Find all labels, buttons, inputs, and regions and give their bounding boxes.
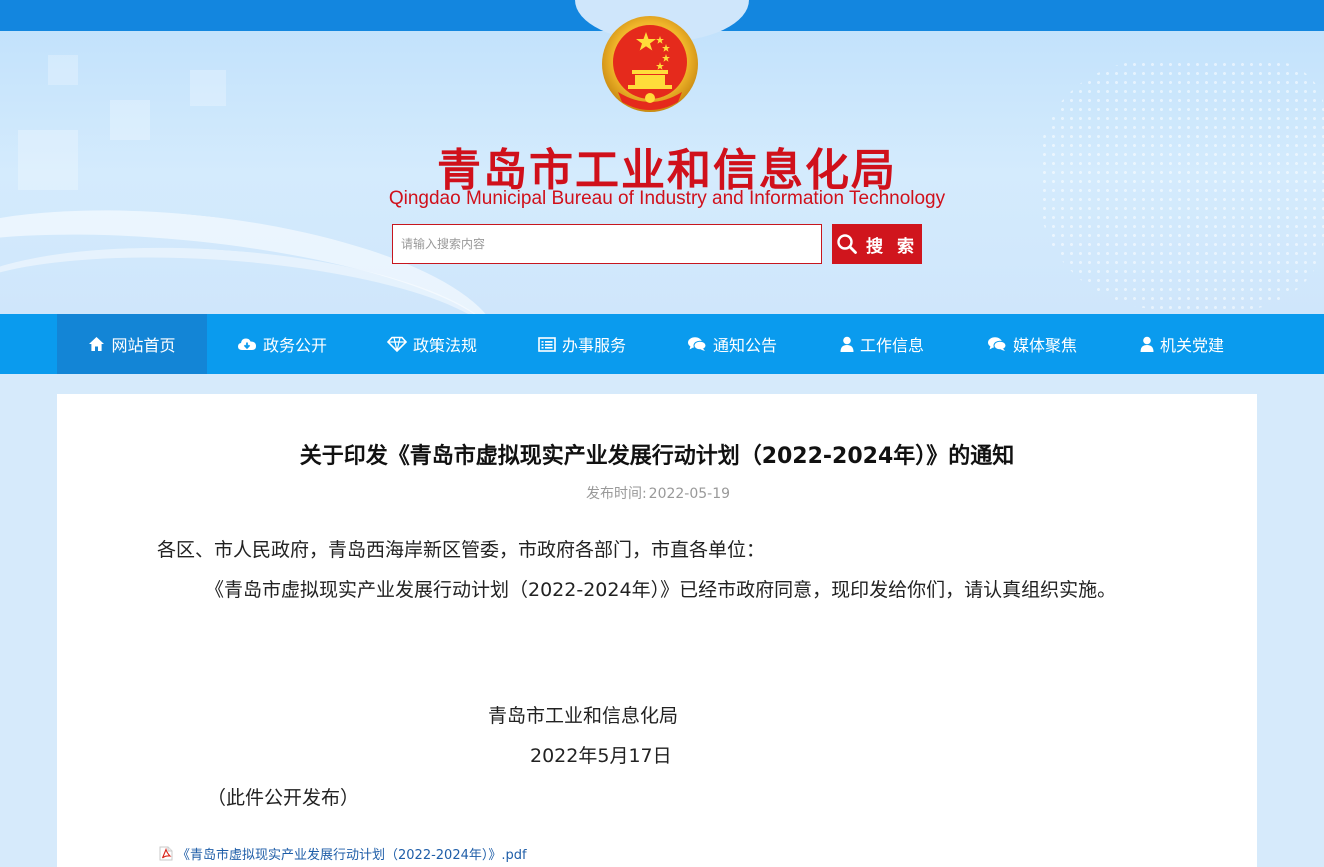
nav-item-home[interactable]: 网站首页: [57, 314, 207, 374]
nav-item-label: 办事服务: [561, 336, 626, 355]
nav-item-policy[interactable]: 政策法规: [357, 314, 507, 374]
chat-icon: [687, 337, 707, 351]
site-header: 青岛市工业和信息化局 Qingdao Municipal Bureau of I…: [0, 0, 1324, 314]
article-title: 关于印发《青岛市虚拟现实产业发展行动计划（2022-2024年）》的通知: [299, 444, 1015, 469]
main-nav: 网站首页 政务公开 政策法规 办事服务 通知公告 工作信息 媒体聚焦 机关党建: [0, 314, 1324, 374]
nav-item-party-building[interactable]: 机关党建: [1107, 314, 1257, 374]
nav-item-notices[interactable]: 通知公告: [657, 314, 807, 374]
national-emblem-icon: [602, 16, 698, 112]
site-subtitle: Qingdao Municipal Bureau of Industry and…: [388, 188, 946, 209]
article-panel: 关于印发《青岛市虚拟现实产业发展行动计划（2022-2024年）》的通知 发布时…: [57, 394, 1257, 867]
search-button[interactable]: 搜 索: [832, 224, 922, 264]
nav-item-media[interactable]: 媒体聚焦: [957, 314, 1107, 374]
nav-item-work-info[interactable]: 工作信息: [807, 314, 957, 374]
attachment-label: 《青岛市虚拟现实产业发展行动计划（2022-2024年）》.pdf: [177, 848, 527, 863]
publish-date-label: 发布时间:: [585, 486, 647, 502]
article-salutation: 各区、市人民政府，青岛西海岸新区管委，市政府各部门，市直各单位：: [157, 539, 766, 561]
article-paragraph: 《青岛市虚拟现实产业发展行动计划（2022-2024年）》已经市政府同意，现印发…: [205, 579, 1117, 601]
cloud-download-icon: [237, 338, 256, 350]
list-icon: [538, 336, 556, 352]
publish-date-value: 2022-05-19: [648, 486, 731, 502]
user-icon: [840, 336, 854, 352]
nav-item-label: 媒体聚焦: [1012, 336, 1077, 355]
search-icon: [837, 234, 857, 254]
pdf-icon: [159, 846, 173, 861]
decor-square: [48, 55, 78, 85]
search-button-label: 搜 索: [866, 236, 918, 257]
user-icon: [1140, 336, 1154, 352]
nav-item-label: 政策法规: [412, 336, 477, 355]
chat-icon: [987, 337, 1007, 351]
nav-item-label: 通知公告: [712, 336, 777, 355]
signature-date: 2022年5月17日: [530, 745, 672, 767]
nav-item-label: 政务公开: [262, 336, 327, 355]
publish-date: 发布时间: 2022-05-19: [57, 483, 1257, 503]
nav-item-label: 网站首页: [111, 336, 176, 355]
attachment-link[interactable]: 《青岛市虚拟现实产业发展行动计划（2022-2024年）》.pdf: [159, 844, 527, 863]
public-release-note: （此件公开发布）: [207, 787, 360, 809]
search-input[interactable]: [392, 224, 822, 264]
decor-square: [190, 70, 226, 106]
signature-organization: 青岛市工业和信息化局: [488, 705, 679, 727]
nav-item-government-affairs[interactable]: 政务公开: [207, 314, 357, 374]
nav-item-label: 机关党建: [1159, 336, 1224, 355]
nav-item-services[interactable]: 办事服务: [507, 314, 657, 374]
home-icon: [89, 337, 105, 351]
diamond-icon: [386, 336, 407, 352]
nav-item-label: 工作信息: [859, 336, 924, 355]
